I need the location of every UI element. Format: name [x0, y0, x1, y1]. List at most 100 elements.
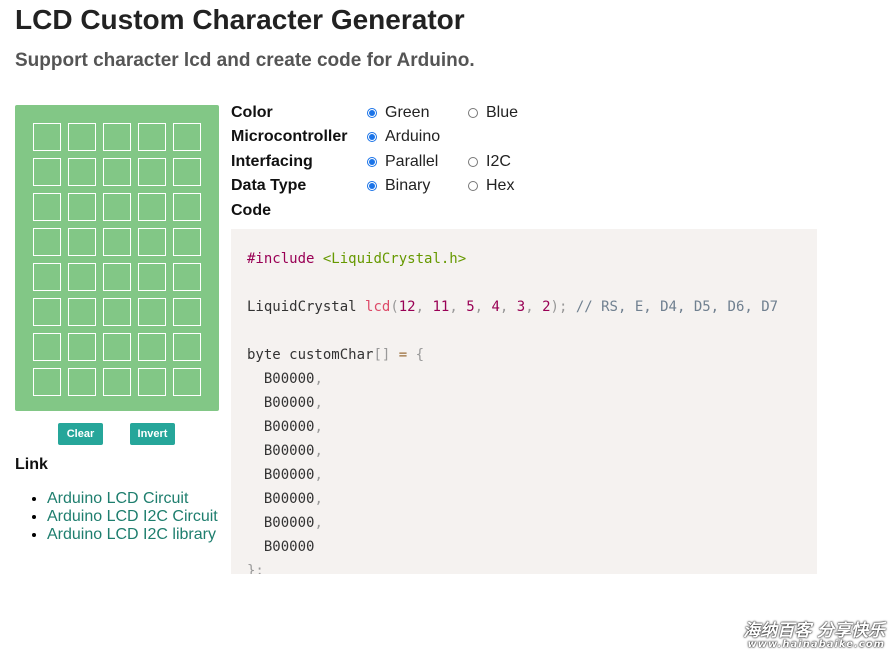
clear-button[interactable]: Clear — [58, 423, 103, 445]
radio-unchecked-icon[interactable] — [468, 157, 478, 167]
lcd-pixel[interactable] — [33, 123, 61, 151]
radio-interfacing-i2c[interactable]: I2C — [468, 153, 511, 171]
lcd-pixel[interactable] — [173, 298, 201, 326]
radio-unchecked-icon[interactable] — [468, 108, 478, 118]
code-include-directive: #include — [247, 251, 315, 267]
lcd-pixel[interactable] — [138, 368, 166, 396]
lcd-pixel[interactable] — [68, 298, 96, 326]
code-instance: lcd — [365, 299, 391, 315]
radio-label: Parallel — [385, 153, 439, 170]
lcd-pixel[interactable] — [173, 263, 201, 291]
pixel-grid — [33, 123, 201, 396]
radio-checked-icon[interactable] — [367, 108, 377, 118]
code-byte: B00000 — [263, 539, 315, 555]
lcd-pixel[interactable] — [68, 193, 96, 221]
lcd-pixel[interactable] — [138, 333, 166, 361]
code-label: Code — [231, 202, 271, 219]
radio-color-green[interactable]: Green — [367, 104, 429, 122]
lcd-pixel[interactable] — [173, 123, 201, 151]
watermark: 海纳百客 分享快乐 www.hainabaike.com — [743, 623, 885, 650]
code-comment: // RS, E, D4, D5, D6, D7 — [575, 299, 779, 315]
lcd-pixel[interactable] — [138, 193, 166, 221]
code-byte: B00000 — [263, 419, 315, 435]
radio-label: I2C — [486, 153, 511, 170]
code-pin: 11 — [432, 299, 450, 315]
code-byte: B00000 — [263, 371, 315, 387]
interfacing-label: Interfacing — [231, 153, 313, 170]
list-item: Arduino LCD I2C Circuit — [47, 508, 218, 526]
lcd-pixel[interactable] — [68, 333, 96, 361]
radio-datatype-binary[interactable]: Binary — [367, 177, 430, 195]
lcd-pixel[interactable] — [103, 123, 131, 151]
radio-interfacing-parallel[interactable]: Parallel — [367, 153, 438, 171]
lcd-pixel[interactable] — [33, 368, 61, 396]
code-pin: 3 — [516, 299, 526, 315]
code-byte: B00000 — [263, 491, 315, 507]
lcd-pixel[interactable] — [103, 263, 131, 291]
code-include-file: <LiquidCrystal.h> — [322, 251, 467, 267]
code-pin: 2 — [542, 299, 551, 315]
radio-label: Green — [385, 104, 430, 121]
lcd-character-panel — [15, 105, 219, 411]
microcontroller-label: Microcontroller — [231, 128, 348, 145]
lcd-pixel[interactable] — [138, 123, 166, 151]
lcd-pixel[interactable] — [173, 228, 201, 256]
code-byte: B00000 — [263, 515, 315, 531]
lcd-pixel[interactable] — [138, 263, 166, 291]
lcd-pixel[interactable] — [103, 333, 131, 361]
list-item: Arduino LCD I2C library — [47, 526, 218, 544]
watermark-url: www.hainabaike.com — [747, 639, 885, 650]
radio-checked-icon[interactable] — [367, 132, 377, 142]
lcd-pixel[interactable] — [173, 158, 201, 186]
page-title: LCD Custom Character Generator — [15, 4, 465, 35]
radio-datatype-hex[interactable]: Hex — [468, 177, 514, 195]
radio-unchecked-icon[interactable] — [468, 181, 478, 191]
lcd-pixel[interactable] — [173, 368, 201, 396]
lcd-pixel[interactable] — [103, 368, 131, 396]
link-lcd-i2c-library[interactable]: Arduino LCD I2C library — [47, 526, 216, 543]
lcd-pixel[interactable] — [33, 333, 61, 361]
radio-color-blue[interactable]: Blue — [468, 104, 518, 122]
lcd-pixel[interactable] — [33, 158, 61, 186]
lcd-pixel[interactable] — [68, 123, 96, 151]
watermark-text: 海纳百客 分享快乐 — [743, 621, 885, 641]
lcd-pixel[interactable] — [68, 263, 96, 291]
code-class-name: LiquidCrystal — [247, 299, 357, 315]
code-pin: 5 — [466, 299, 475, 315]
data-type-label: Data Type — [231, 177, 307, 194]
radio-checked-icon[interactable] — [367, 181, 377, 191]
lcd-pixel[interactable] — [138, 228, 166, 256]
lcd-pixel[interactable] — [68, 368, 96, 396]
lcd-pixel[interactable] — [103, 298, 131, 326]
radio-label: Binary — [385, 177, 431, 194]
lcd-pixel[interactable] — [103, 158, 131, 186]
page-subtitle: Support character lcd and create code fo… — [15, 50, 475, 71]
code-byte: B00000 — [263, 443, 315, 459]
link-lcd-circuit[interactable]: Arduino LCD Circuit — [47, 490, 188, 507]
lcd-pixel[interactable] — [103, 193, 131, 221]
code-output[interactable]: #include <LiquidCrystal.h> LiquidCrystal… — [231, 229, 817, 574]
list-item: Arduino LCD Circuit — [47, 490, 218, 508]
invert-button[interactable]: Invert — [130, 423, 175, 445]
lcd-pixel[interactable] — [33, 228, 61, 256]
lcd-pixel[interactable] — [68, 158, 96, 186]
lcd-pixel[interactable] — [103, 228, 131, 256]
radio-label: Blue — [486, 104, 519, 121]
lcd-pixel[interactable] — [33, 193, 61, 221]
code-pin: 12 — [398, 299, 416, 315]
link-lcd-i2c-circuit[interactable]: Arduino LCD I2C Circuit — [47, 508, 218, 525]
radio-checked-icon[interactable] — [367, 157, 377, 167]
lcd-pixel[interactable] — [68, 228, 96, 256]
lcd-pixel[interactable] — [173, 193, 201, 221]
link-list: Arduino LCD Circuit Arduino LCD I2C Circ… — [15, 490, 218, 544]
radio-label: Arduino — [385, 128, 441, 145]
lcd-pixel[interactable] — [173, 333, 201, 361]
lcd-pixel[interactable] — [33, 298, 61, 326]
lcd-pixel[interactable] — [33, 263, 61, 291]
lcd-pixel[interactable] — [138, 158, 166, 186]
radio-label: Hex — [486, 177, 515, 194]
lcd-pixel[interactable] — [138, 298, 166, 326]
code-byte: B00000 — [263, 467, 315, 483]
code-block: #include <LiquidCrystal.h> LiquidCrystal… — [247, 251, 779, 574]
radio-mcu-arduino[interactable]: Arduino — [367, 128, 440, 146]
